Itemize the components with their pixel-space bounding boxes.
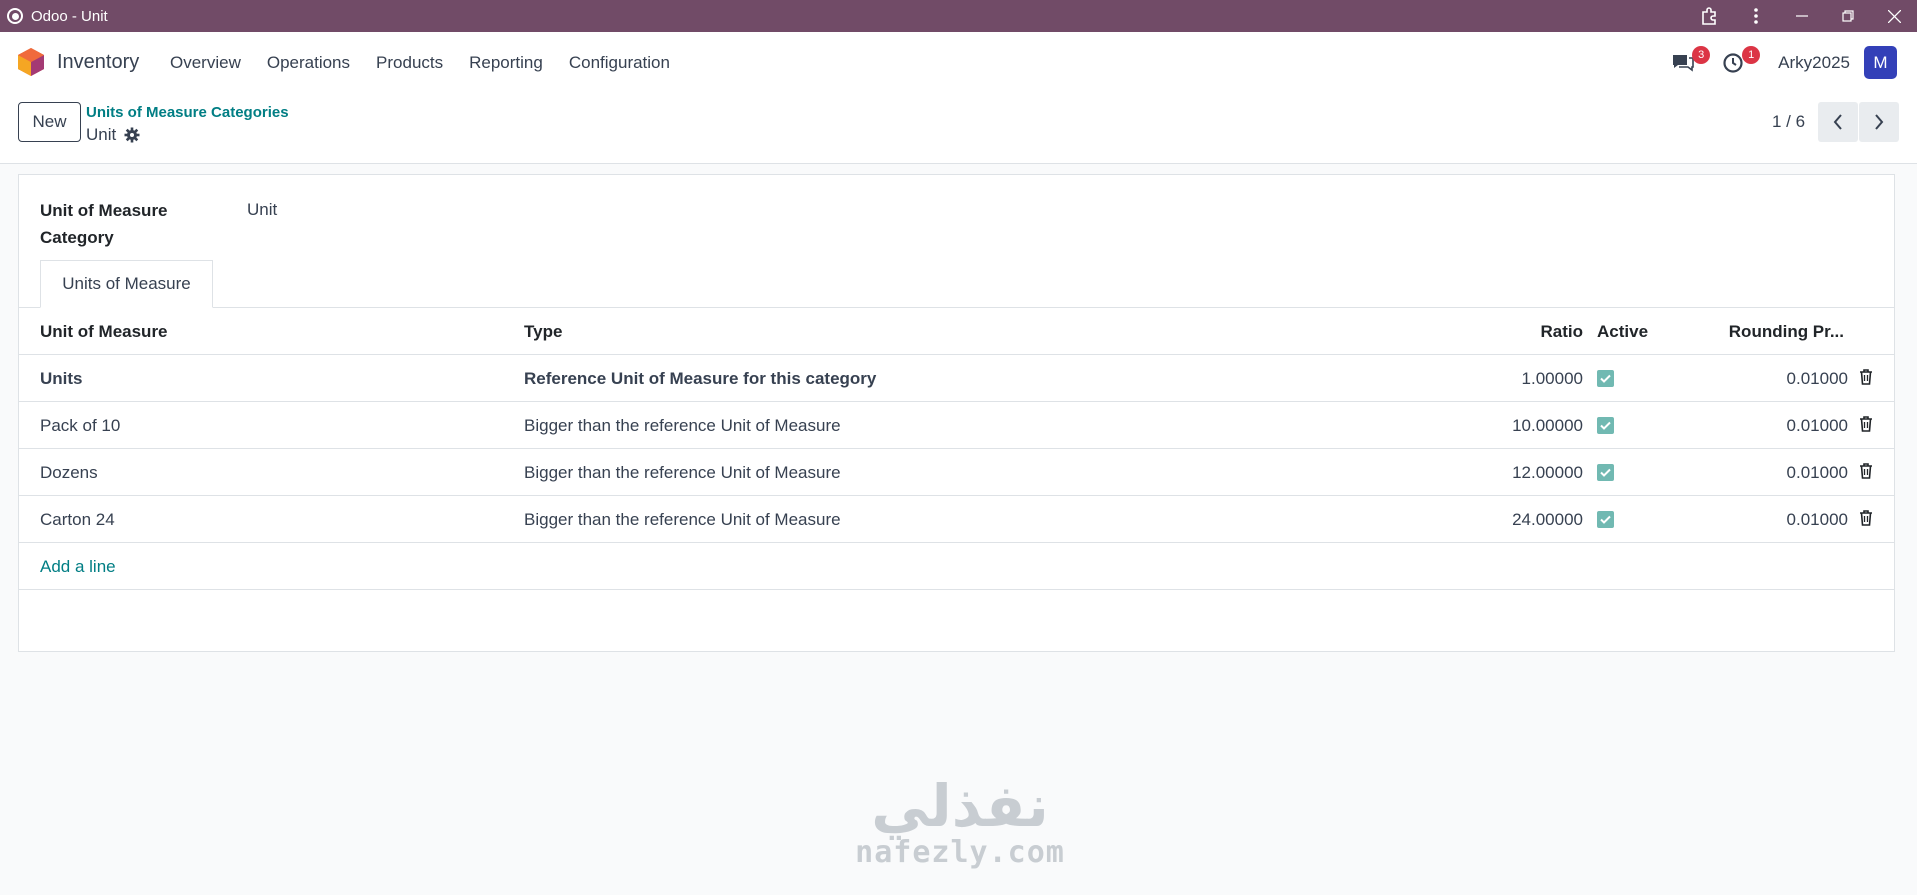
- row-ratio: 10.00000: [1512, 416, 1583, 435]
- gear-icon[interactable]: [124, 127, 140, 143]
- add-line-link[interactable]: Add a line: [40, 557, 116, 577]
- form-sheet: Unit of Measure Category Unit Units of M…: [18, 174, 1895, 652]
- chevron-left-icon: [1833, 114, 1842, 130]
- row-rounding: 0.01000: [1786, 510, 1848, 529]
- breadcrumb-parent[interactable]: Units of Measure Categories: [86, 104, 289, 121]
- clock-icon: [1723, 52, 1743, 73]
- active-checkbox[interactable]: [1597, 511, 1614, 528]
- delete-row-button[interactable]: [1859, 463, 1873, 484]
- row-ratio: 1.00000: [1521, 369, 1583, 388]
- extensions-icon[interactable]: [1687, 0, 1733, 32]
- column-header-rounding[interactable]: Rounding Pr...: [1729, 322, 1844, 342]
- watermark-latin: nafezly.com: [855, 835, 1065, 870]
- table-row[interactable]: Pack of 10 Bigger than the reference Uni…: [19, 402, 1894, 449]
- add-line-row: Add a line: [19, 543, 1894, 590]
- column-header-active[interactable]: Active: [1597, 322, 1648, 342]
- more-options-icon[interactable]: [1733, 0, 1779, 32]
- row-type: Reference Unit of Measure for this categ…: [524, 369, 877, 388]
- uom-table: Unit of Measure Type Ratio Active Roundi…: [19, 308, 1894, 590]
- row-rounding: 0.01000: [1786, 463, 1848, 482]
- check-icon: [1600, 374, 1611, 383]
- breadcrumb-current: Unit: [86, 125, 117, 144]
- row-uom: Units: [40, 369, 83, 388]
- main-navbar: Inventory Overview Operations Products R…: [0, 32, 1917, 94]
- column-header-ratio[interactable]: Ratio: [1541, 322, 1584, 342]
- window-title: Odoo - Unit: [31, 7, 108, 25]
- category-field-label: Unit of Measure Category: [40, 201, 168, 247]
- table-row[interactable]: Dozens Bigger than the reference Unit of…: [19, 449, 1894, 496]
- row-ratio: 12.00000: [1512, 463, 1583, 482]
- delete-row-button[interactable]: [1859, 369, 1873, 390]
- row-uom: Dozens: [40, 463, 98, 482]
- row-rounding: 0.01000: [1786, 416, 1848, 435]
- breadcrumb: Unit: [86, 125, 140, 145]
- row-rounding: 0.01000: [1786, 369, 1848, 388]
- close-icon[interactable]: [1871, 0, 1917, 32]
- pager-value[interactable]: 1 / 6: [1772, 112, 1805, 132]
- menu-configuration[interactable]: Configuration: [569, 53, 670, 73]
- row-type: Bigger than the reference Unit of Measur…: [524, 416, 841, 435]
- control-panel: New Units of Measure Categories Unit 1 /…: [0, 94, 1917, 164]
- row-type: Bigger than the reference Unit of Measur…: [524, 510, 841, 529]
- trash-icon: [1860, 510, 1872, 526]
- messages-badge: 3: [1692, 45, 1711, 64]
- activities-badge: 1: [1742, 45, 1761, 64]
- app-name[interactable]: Inventory: [57, 51, 139, 74]
- check-icon: [1600, 421, 1611, 430]
- trash-icon: [1860, 416, 1872, 432]
- menu-reporting[interactable]: Reporting: [469, 53, 543, 73]
- table-row[interactable]: Units Reference Unit of Measure for this…: [19, 355, 1894, 402]
- username[interactable]: Arky2025: [1778, 53, 1850, 73]
- minimize-icon[interactable]: [1779, 0, 1825, 32]
- browser-app-icon: [7, 8, 23, 24]
- table-header: Unit of Measure Type Ratio Active Roundi…: [19, 308, 1894, 355]
- avatar[interactable]: M: [1864, 46, 1897, 79]
- chevron-right-icon: [1875, 114, 1884, 130]
- top-menu: Overview Operations Products Reporting C…: [170, 53, 670, 73]
- menu-overview[interactable]: Overview: [170, 53, 241, 73]
- menu-products[interactable]: Products: [376, 53, 443, 73]
- trash-icon: [1860, 463, 1872, 479]
- watermark: نفذلي nafezly.com: [850, 775, 1070, 870]
- row-uom: Pack of 10: [40, 416, 121, 435]
- category-field-value[interactable]: Unit: [247, 200, 277, 220]
- row-ratio: 24.00000: [1512, 510, 1583, 529]
- delete-row-button[interactable]: [1859, 416, 1873, 437]
- check-icon: [1600, 515, 1611, 524]
- activities-button[interactable]: 1: [1718, 45, 1761, 78]
- menu-operations[interactable]: Operations: [267, 53, 350, 73]
- active-checkbox[interactable]: [1597, 370, 1614, 387]
- new-button[interactable]: New: [18, 102, 81, 142]
- row-type: Bigger than the reference Unit of Measur…: [524, 463, 841, 482]
- inventory-app-icon[interactable]: [18, 48, 44, 76]
- pager-previous-button[interactable]: [1818, 102, 1858, 142]
- restore-icon[interactable]: [1825, 0, 1871, 32]
- tab-units-of-measure[interactable]: Units of Measure: [40, 260, 213, 308]
- active-checkbox[interactable]: [1597, 417, 1614, 434]
- watermark-arabic: نفذلي: [871, 772, 1049, 840]
- delete-row-button[interactable]: [1859, 510, 1873, 531]
- check-icon: [1600, 468, 1611, 477]
- pager-next-button[interactable]: [1859, 102, 1899, 142]
- row-uom: Carton 24: [40, 510, 115, 529]
- messages-button[interactable]: 3: [1668, 45, 1711, 78]
- trash-icon: [1860, 369, 1872, 385]
- window-titlebar: Odoo - Unit: [0, 0, 1917, 32]
- table-row[interactable]: Carton 24 Bigger than the reference Unit…: [19, 496, 1894, 543]
- column-header-uom[interactable]: Unit of Measure: [40, 322, 168, 342]
- active-checkbox[interactable]: [1597, 464, 1614, 481]
- column-header-type[interactable]: Type: [524, 322, 562, 342]
